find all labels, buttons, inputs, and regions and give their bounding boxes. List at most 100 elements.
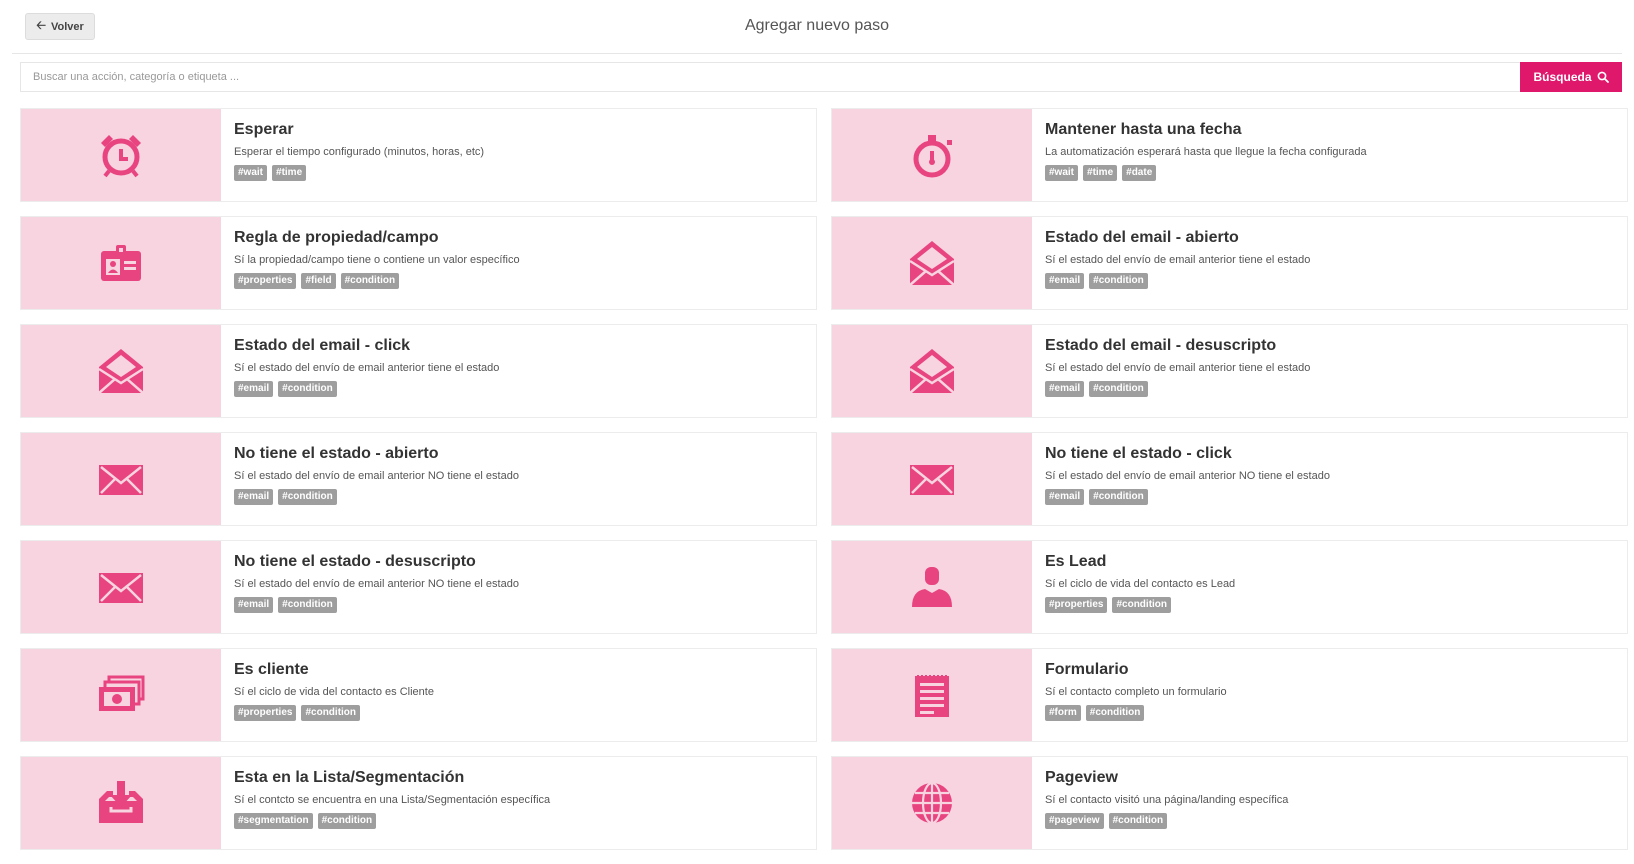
step-card[interactable]: Estado del email - click Sí el estado del…: [20, 324, 817, 418]
step-content: No tiene el estado - abierto Sí el estado…: [221, 433, 531, 525]
step-content: No tiene el estado - click Sí el estado d…: [1032, 433, 1342, 525]
search-icon: [1597, 71, 1609, 83]
user-icon: [906, 561, 958, 613]
step-icon-box: [21, 325, 221, 417]
step-description: Sí la propiedad/campo tiene o contiene u…: [234, 254, 520, 266]
step-title: No tiene el estado - desuscripto: [234, 553, 476, 570]
step-title: No tiene el estado - click: [1045, 445, 1232, 462]
step-card[interactable]: Esperar Esperar el tiempo configurado (mi…: [20, 108, 817, 202]
step-icon-box: [832, 217, 1032, 309]
step-tags: #email #condition: [234, 489, 519, 505]
step-tags: #email #condition: [234, 597, 519, 613]
step-content: Es cliente Sí el ciclo de vida del contac…: [221, 649, 446, 741]
step-description: Sí el estado del envío de email anterior…: [1045, 362, 1311, 374]
step-content: No tiene el estado - desuscripto Sí el es…: [221, 541, 531, 633]
tag-badge: #email: [1045, 489, 1085, 505]
tag-badge: #condition: [1089, 381, 1148, 397]
step-icon-box: [21, 109, 221, 201]
tag-badge: #condition: [1089, 489, 1148, 505]
tag-badge: #condition: [317, 813, 377, 829]
step-description: Sí el estado del envío de email anterior…: [234, 362, 500, 374]
tag-badge: #email: [1045, 381, 1085, 397]
step-title: Mantener hasta una fecha: [1045, 121, 1242, 138]
tag-badge: #time: [272, 165, 307, 181]
step-title: Es cliente: [234, 661, 309, 678]
step-title: Esperar: [234, 121, 294, 138]
step-tags: #email #condition: [234, 381, 499, 397]
envelope-icon: [95, 561, 147, 613]
id-card-icon: [95, 237, 147, 289]
tag-badge: #field: [301, 273, 336, 289]
tag-badge: #form: [1045, 705, 1081, 721]
step-content: Formulario Sí el contacto completo un for…: [1032, 649, 1239, 741]
step-card[interactable]: Estado del email - desuscripto Sí el esta…: [831, 324, 1628, 418]
step-title: Estado del email - click: [234, 337, 411, 354]
tag-badge: #condition: [340, 273, 400, 289]
tag-badge: #wait: [1045, 165, 1079, 181]
form-icon: [906, 669, 958, 721]
step-icon-box: [832, 433, 1032, 525]
tag-badge: #time: [1083, 165, 1118, 181]
step-title: Es Lead: [1045, 553, 1107, 570]
step-content: Mantener hasta una fecha La automatizació…: [1032, 109, 1379, 201]
step-card[interactable]: Es cliente Sí el ciclo de vida del contac…: [20, 648, 817, 742]
step-content: Es Lead Sí el ciclo de vida del contacto …: [1032, 541, 1247, 633]
stopwatch-icon: [906, 129, 958, 181]
step-title: Estado del email - abierto: [1045, 229, 1239, 246]
step-title: Pageview: [1045, 769, 1118, 786]
step-content: Esta en la Lista/Segmentación Sí el contc…: [221, 757, 562, 849]
step-card[interactable]: No tiene el estado - abierto Sí el estado…: [20, 432, 817, 526]
step-icon-box: [21, 649, 221, 741]
step-tags: #wait #time #date: [1045, 165, 1367, 181]
step-tags: #form #condition: [1045, 705, 1227, 721]
step-tags: #email #condition: [1045, 273, 1310, 289]
envelope-icon: [95, 453, 147, 505]
step-card[interactable]: No tiene el estado - desuscripto Sí el es…: [20, 540, 817, 634]
step-description: Sí el estado del envío de email anterior…: [234, 578, 519, 590]
tag-badge: #email: [234, 597, 274, 613]
step-icon-box: [832, 325, 1032, 417]
step-tags: #properties #condition: [1045, 597, 1235, 613]
step-card[interactable]: Pageview Sí el contacto visitó una página…: [831, 756, 1628, 850]
step-title: No tiene el estado - abierto: [234, 445, 439, 462]
tag-badge: #wait: [234, 165, 268, 181]
step-card[interactable]: Mantener hasta una fecha La automatizació…: [831, 108, 1628, 202]
step-card[interactable]: Es Lead Sí el ciclo de vida del contacto …: [831, 540, 1628, 634]
step-content: Esperar Esperar el tiempo configurado (mi…: [221, 109, 496, 201]
step-tags: #pageview #condition: [1045, 813, 1288, 829]
step-title: Formulario: [1045, 661, 1129, 678]
step-title: Esta en la Lista/Segmentación: [234, 769, 465, 786]
tag-badge: #condition: [1112, 597, 1172, 613]
tag-badge: #email: [1045, 273, 1085, 289]
search-button[interactable]: Búsqueda: [1520, 62, 1622, 92]
step-content: Estado del email - desuscripto Sí el esta…: [1032, 325, 1322, 417]
tag-badge: #condition: [301, 705, 361, 721]
inbox-download-icon: [95, 777, 147, 829]
step-description: Sí el ciclo de vida del contacto es Clie…: [234, 686, 434, 698]
step-description: La automatización esperará hasta que lle…: [1045, 146, 1367, 158]
step-tags: #wait #time: [234, 165, 484, 181]
step-icon-box: [21, 217, 221, 309]
search-input[interactable]: [20, 62, 1520, 92]
tag-badge: #properties: [1045, 597, 1108, 613]
step-tags: #segmentation #condition: [234, 813, 550, 829]
step-icon-box: [832, 649, 1032, 741]
step-icon-box: [21, 433, 221, 525]
step-card[interactable]: Regla de propiedad/campo Sí la propiedad/…: [20, 216, 817, 310]
tag-badge: #properties: [234, 705, 297, 721]
search-bar: Búsqueda: [20, 62, 1622, 92]
tag-badge: #email: [234, 489, 274, 505]
tag-badge: #properties: [234, 273, 297, 289]
step-icon-box: [21, 541, 221, 633]
open-envelope-icon: [95, 345, 147, 397]
step-description: Sí el estado del envío de email anterior…: [1045, 254, 1311, 266]
step-card[interactable]: Esta en la Lista/Segmentación Sí el contc…: [20, 756, 817, 850]
money-icon: [95, 669, 147, 721]
step-title: Estado del email - desuscripto: [1045, 337, 1277, 354]
step-card[interactable]: No tiene el estado - click Sí el estado d…: [831, 432, 1628, 526]
step-description: Sí el estado del envío de email anterior…: [1045, 470, 1330, 482]
step-card[interactable]: Estado del email - abierto Sí el estado d…: [831, 216, 1628, 310]
step-card[interactable]: Formulario Sí el contacto completo un for…: [831, 648, 1628, 742]
step-description: Sí el estado del envío de email anterior…: [234, 470, 519, 482]
step-content: Pageview Sí el contacto visitó una página…: [1032, 757, 1300, 849]
